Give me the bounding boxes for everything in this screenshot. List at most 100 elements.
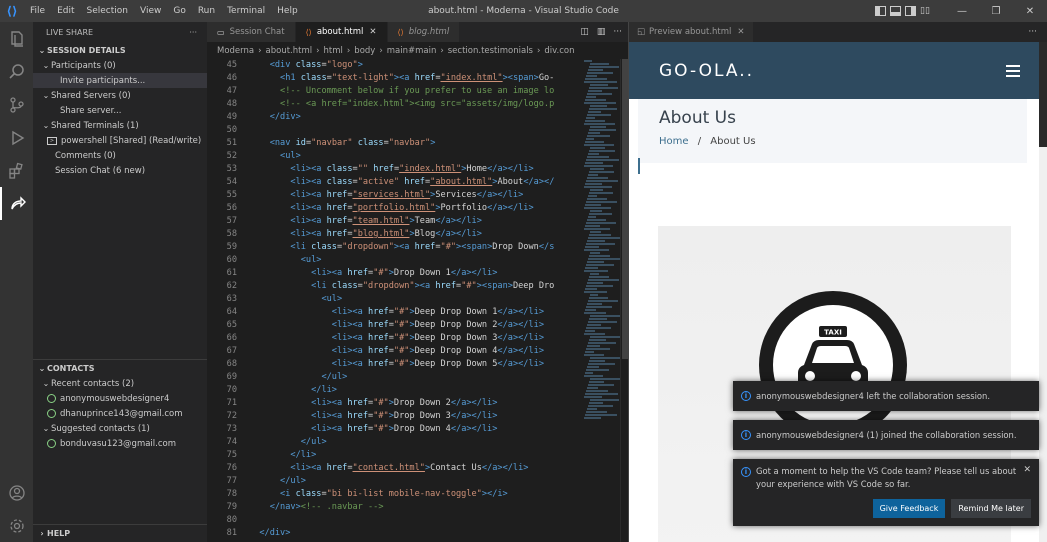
more-actions-icon[interactable]: ··· bbox=[1028, 27, 1037, 37]
live-share-icon[interactable] bbox=[0, 187, 33, 220]
code-line[interactable]: 64 <li><a href="#">Deep Drop Down 1</a><… bbox=[207, 306, 628, 319]
code-line[interactable]: 78 <i class="bi bi-list mobile-nav-toggl… bbox=[207, 488, 628, 501]
breadcrumb-item[interactable]: div.con bbox=[544, 46, 574, 56]
code-line[interactable]: 67 <li><a href="#">Deep Drop Down 4</a><… bbox=[207, 345, 628, 358]
search-icon[interactable] bbox=[0, 55, 33, 88]
tab-about-html[interactable]: ⟨⟩ about.html ✕ bbox=[295, 22, 388, 42]
code-line[interactable]: 48 <!-- <a href="index.html"><img src="a… bbox=[207, 98, 628, 111]
tab-session-chat[interactable]: ▭ Session Chat bbox=[207, 22, 296, 42]
share-server-item[interactable]: Share server... bbox=[33, 103, 207, 118]
comments-item[interactable]: Comments (0) bbox=[33, 148, 207, 163]
code-line[interactable]: 56 <li><a href="portfolio.html">Portfoli… bbox=[207, 202, 628, 215]
open-preview-icon[interactable]: ◫ bbox=[580, 27, 589, 37]
menu-item[interactable]: Selection bbox=[81, 0, 134, 22]
suggested-contacts-item[interactable]: ⌄ Suggested contacts (1) bbox=[33, 421, 207, 436]
editor-scrollbar[interactable] bbox=[620, 59, 628, 542]
code-line[interactable]: 80 bbox=[207, 514, 628, 527]
more-actions-icon[interactable]: ··· bbox=[189, 28, 197, 37]
breadcrumb-item[interactable]: Moderna bbox=[217, 46, 254, 56]
menu-item[interactable]: View bbox=[134, 0, 167, 22]
code-line[interactable]: 79 </nav><!-- .navbar --> bbox=[207, 501, 628, 514]
more-actions-icon[interactable]: ··· bbox=[613, 27, 622, 37]
code-line[interactable]: 75 </li> bbox=[207, 449, 628, 462]
remind-later-button[interactable]: Remind Me later bbox=[951, 499, 1031, 518]
code-line[interactable]: 81 </div> bbox=[207, 527, 628, 540]
menu-item[interactable]: Edit bbox=[51, 0, 80, 22]
contacts-header[interactable]: ⌄ CONTACTS bbox=[33, 360, 207, 376]
contact-item[interactable]: bonduvasu123@gmail.com bbox=[33, 436, 207, 451]
code-line[interactable]: 59 <li class="dropdown"><a href="#"><spa… bbox=[207, 241, 628, 254]
tab-blog-html[interactable]: ⟨⟩ blog.html bbox=[387, 22, 461, 42]
help-header[interactable]: › HELP bbox=[33, 525, 207, 542]
code-line[interactable]: 55 <li><a href="services.html">Services<… bbox=[207, 189, 628, 202]
breadcrumb-item[interactable]: body bbox=[354, 46, 375, 56]
code-line[interactable]: 73 <li><a href="#">Drop Down 4</a></li> bbox=[207, 423, 628, 436]
code-line[interactable]: 46 <h1 class="text-light"><a href="index… bbox=[207, 72, 628, 85]
code-line[interactable]: 65 <li><a href="#">Deep Drop Down 2</a><… bbox=[207, 319, 628, 332]
code-line[interactable]: 45 <div class="logo"> bbox=[207, 59, 628, 72]
code-line[interactable]: 52 <ul> bbox=[207, 150, 628, 163]
breadcrumb-item[interactable]: section.testimonials bbox=[448, 46, 533, 56]
toggle-sidebar-icon[interactable] bbox=[875, 6, 886, 16]
breadcrumb-item[interactable]: main#main bbox=[387, 46, 437, 56]
code-line[interactable]: 61 <li><a href="#">Drop Down 1</a></li> bbox=[207, 267, 628, 280]
code-line[interactable]: 58 <li><a href="blog.html">Blog</a></li> bbox=[207, 228, 628, 241]
shared-terminals-item[interactable]: ⌄ Shared Terminals (1) bbox=[33, 118, 207, 133]
maximize-button[interactable]: ❐ bbox=[979, 6, 1013, 17]
code-line[interactable]: 51 <nav id="navbar" class="navbar"> bbox=[207, 137, 628, 150]
accounts-icon[interactable] bbox=[0, 476, 33, 509]
toggle-secondary-sidebar-icon[interactable] bbox=[905, 6, 916, 16]
invite-participants-item[interactable]: Invite participants... bbox=[33, 73, 207, 88]
tab-preview[interactable]: ◱ Preview about.html ✕ bbox=[629, 22, 753, 42]
shared-servers-item[interactable]: ⌄ Shared Servers (0) bbox=[33, 88, 207, 103]
extensions-icon[interactable] bbox=[0, 154, 33, 187]
code-line[interactable]: 71 <li><a href="#">Drop Down 2</a></li> bbox=[207, 397, 628, 410]
breadcrumb-home-link[interactable]: Home bbox=[659, 136, 689, 147]
manage-gear-icon[interactable] bbox=[0, 509, 33, 542]
code-line[interactable]: 62 <li class="dropdown"><a href="#"><spa… bbox=[207, 280, 628, 293]
menu-item[interactable]: Terminal bbox=[221, 0, 271, 22]
terminal-item[interactable]: > powershell [Shared] (Read/write) bbox=[33, 133, 207, 148]
code-line[interactable]: 60 <ul> bbox=[207, 254, 628, 267]
close-icon[interactable]: ✕ bbox=[737, 27, 744, 37]
close-icon[interactable]: ✕ bbox=[369, 27, 376, 37]
split-editor-icon[interactable]: ▥ bbox=[597, 27, 606, 37]
session-chat-item[interactable]: Session Chat (6 new) bbox=[33, 163, 207, 178]
code-line[interactable]: 66 <li><a href="#">Deep Drop Down 3</a><… bbox=[207, 332, 628, 345]
menu-item[interactable]: Run bbox=[192, 0, 221, 22]
preview-scrollbar-thumb[interactable] bbox=[1039, 42, 1047, 147]
code-line[interactable]: 53 <li><a class="" href="index.html">Hom… bbox=[207, 163, 628, 176]
minimize-button[interactable]: — bbox=[945, 6, 979, 17]
customize-layout-icon[interactable]: ▯▯ bbox=[920, 6, 931, 16]
explorer-icon[interactable] bbox=[0, 22, 33, 55]
hamburger-menu-icon[interactable] bbox=[1006, 62, 1020, 80]
code-line[interactable]: 57 <li><a href="team.html">Team</a></li> bbox=[207, 215, 628, 228]
source-control-icon[interactable] bbox=[0, 88, 33, 121]
contact-item[interactable]: anonymouswebdesigner4 bbox=[33, 391, 207, 406]
menu-item[interactable]: Go bbox=[167, 0, 191, 22]
give-feedback-button[interactable]: Give Feedback bbox=[872, 499, 946, 518]
close-icon[interactable]: ✕ bbox=[1023, 465, 1031, 475]
code-line[interactable]: 70 </li> bbox=[207, 384, 628, 397]
recent-contacts-item[interactable]: ⌄ Recent contacts (2) bbox=[33, 376, 207, 391]
code-line[interactable]: 68 <li><a href="#">Deep Drop Down 5</a><… bbox=[207, 358, 628, 371]
code-line[interactable]: 50 bbox=[207, 124, 628, 137]
breadcrumb-item[interactable]: html bbox=[324, 46, 343, 56]
participants-item[interactable]: ⌄ Participants (0) bbox=[33, 58, 207, 73]
minimap[interactable] bbox=[584, 59, 623, 542]
code-line[interactable]: 54 <li><a class="active" href="about.htm… bbox=[207, 176, 628, 189]
run-debug-icon[interactable] bbox=[0, 121, 33, 154]
session-details-section[interactable]: ⌄ SESSION DETAILS bbox=[33, 42, 207, 58]
code-line[interactable]: 47 <!-- Uncomment below if you prefer to… bbox=[207, 85, 628, 98]
code-line[interactable]: 77 </ul> bbox=[207, 475, 628, 488]
help-section[interactable]: › HELP bbox=[33, 524, 207, 542]
menu-item[interactable]: Help bbox=[271, 0, 304, 22]
code-line[interactable]: 63 <ul> bbox=[207, 293, 628, 306]
contact-item[interactable]: dhanuprince143@gmail.com bbox=[33, 406, 207, 421]
menu-item[interactable]: File bbox=[24, 0, 51, 22]
code-line[interactable]: 76 <li><a href="contact.html">Contact Us… bbox=[207, 462, 628, 475]
close-window-button[interactable]: ✕ bbox=[1013, 6, 1047, 17]
code-line[interactable]: 74 </ul> bbox=[207, 436, 628, 449]
code-line[interactable]: 72 <li><a href="#">Drop Down 3</a></li> bbox=[207, 410, 628, 423]
code-editor[interactable]: 45 <div class="logo"> 46 <h1 class="text-… bbox=[207, 59, 628, 542]
